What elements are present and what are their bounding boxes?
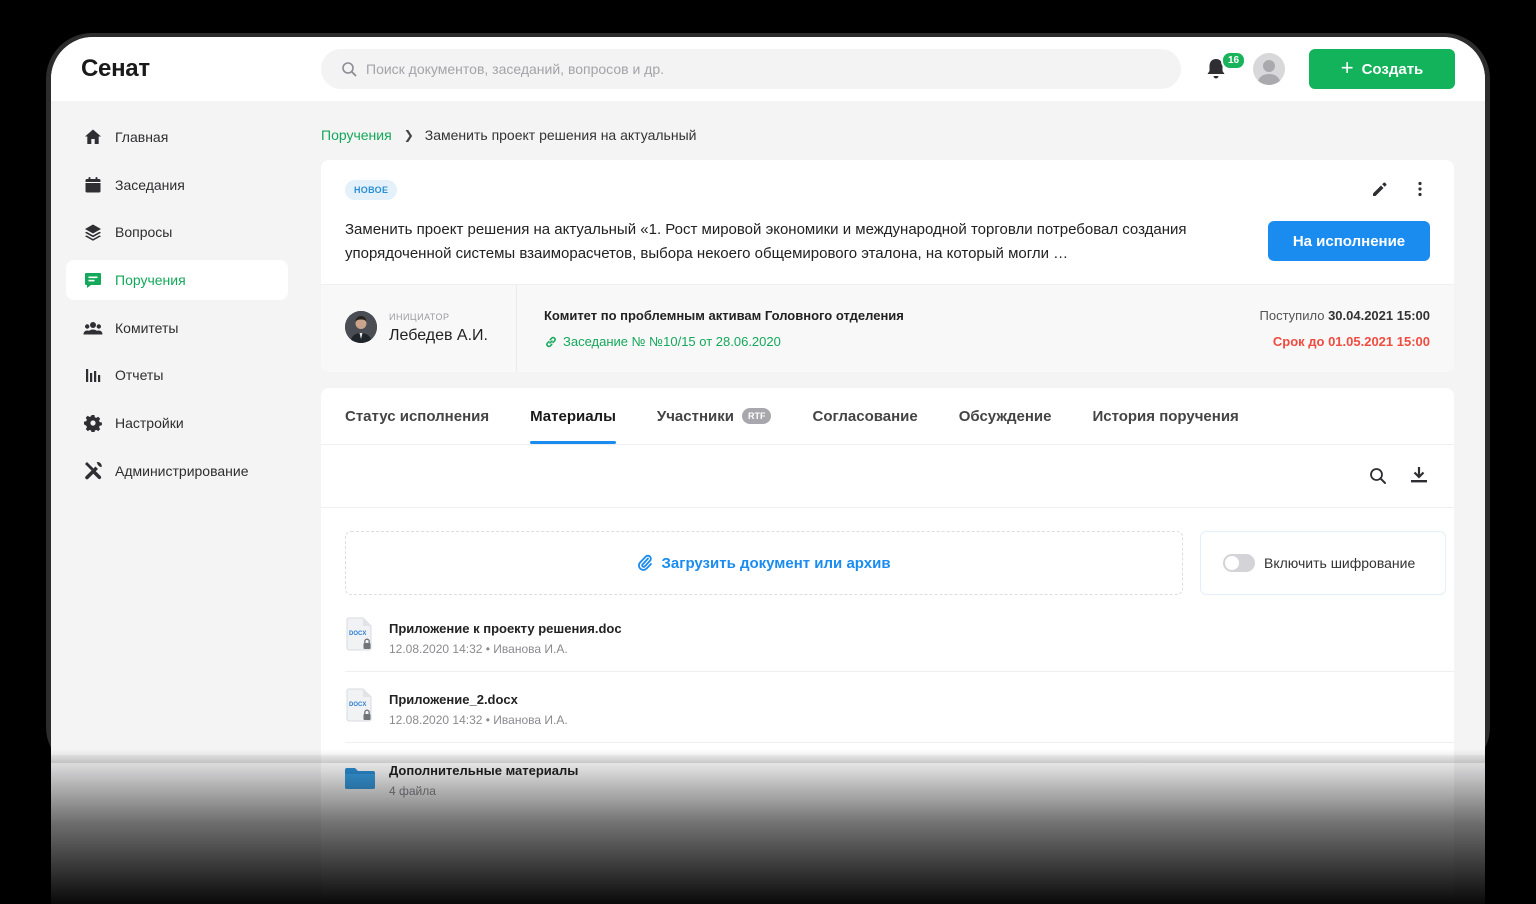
layers-icon bbox=[83, 222, 103, 242]
sidebar-item-reports[interactable]: Отчеты bbox=[66, 355, 288, 395]
sidebar-item-meetings[interactable]: Заседания bbox=[66, 165, 288, 205]
tab-label: Материалы bbox=[530, 407, 616, 425]
user-avatar[interactable] bbox=[1253, 53, 1285, 85]
sidebar-item-home[interactable]: Главная bbox=[66, 117, 288, 157]
folder-meta: 4 файла bbox=[389, 784, 436, 798]
details-tabs-card: Статус исполнения Материалы Участники RTF… bbox=[321, 388, 1454, 904]
file-meta: 12.08.2020 14:32 • Иванова И.А. bbox=[389, 713, 568, 727]
sidebar-item-label: Вопросы bbox=[115, 224, 173, 241]
file-type-label: DOCX bbox=[349, 631, 366, 637]
list-item[interactable]: Дополнительные материалы 4 файла bbox=[345, 743, 1454, 814]
divider bbox=[516, 285, 517, 372]
initiator-label: ИНИЦИАТОР bbox=[389, 312, 450, 322]
list-item[interactable]: DOCX Приложение_2.docx 12.08.2020 14:32 … bbox=[345, 672, 1454, 743]
link-icon bbox=[546, 336, 556, 347]
list-item[interactable]: DOCX Приложение к проекту решения.doc 12… bbox=[345, 601, 1454, 672]
message-icon bbox=[83, 270, 103, 290]
encryption-toggle-panel: Включить шифрование bbox=[1200, 531, 1446, 595]
tab-label: Согласование bbox=[812, 407, 918, 425]
task-title: Заменить проект решения на актуальный «1… bbox=[345, 221, 1187, 262]
docx-file-icon: DOCX bbox=[346, 617, 372, 651]
tab-history[interactable]: История поручения bbox=[1092, 388, 1238, 444]
top-header: Сенат 16 + Создать bbox=[51, 37, 1485, 101]
file-type-label: DOCX bbox=[349, 702, 366, 708]
meeting-link-label: Заседание № №10/15 от 28.06.2020 bbox=[563, 334, 781, 349]
app-screen: Сенат 16 + Создать Главная Заседания Воп… bbox=[51, 37, 1485, 904]
tab-discussion[interactable]: Обсуждение bbox=[959, 388, 1052, 444]
app-logo[interactable]: Сенат bbox=[81, 55, 150, 83]
upload-label: Загрузить документ или архив bbox=[661, 554, 891, 572]
search-input[interactable] bbox=[366, 61, 1146, 77]
status-badge: НОВОЕ bbox=[345, 180, 398, 200]
notifications-count-badge: 16 bbox=[1221, 51, 1247, 70]
tab-participants[interactable]: Участники RTF bbox=[657, 388, 772, 444]
sidebar-item-label: Комитеты bbox=[115, 319, 179, 336]
file-name: Приложение к проекту решения.doc bbox=[389, 621, 622, 636]
received-date: Поступило 30.04.2021 15:00 bbox=[1260, 308, 1431, 323]
download-icon[interactable] bbox=[1409, 465, 1429, 490]
folder-icon bbox=[345, 768, 375, 789]
tab-materials[interactable]: Материалы bbox=[530, 388, 616, 444]
tools-icon bbox=[83, 461, 103, 481]
rtf-badge: RTF bbox=[741, 408, 772, 424]
task-meta-footer: ИНИЦИАТОР Лебедев А.И. Комитет по пробле… bbox=[321, 284, 1454, 372]
search-icon bbox=[342, 62, 357, 77]
folder-name: Дополнительные материалы bbox=[389, 763, 579, 778]
deadline-date: Срок до 01.05.2021 15:00 bbox=[1272, 334, 1430, 349]
sidebar-item-assignments[interactable]: Поручения bbox=[66, 260, 288, 301]
sidebar-item-settings[interactable]: Настройки bbox=[66, 403, 288, 443]
bar-chart-icon bbox=[83, 365, 103, 385]
search-icon[interactable] bbox=[1369, 467, 1387, 490]
tab-label: Статус исполнения bbox=[345, 407, 490, 425]
breadcrumb-current: Заменить проект решения на актуальный bbox=[424, 127, 697, 143]
received-value: 30.04.2021 15:00 bbox=[1328, 308, 1430, 323]
upload-dropzone[interactable]: Загрузить документ или архив bbox=[345, 531, 1183, 595]
tab-label: История поручения bbox=[1092, 407, 1239, 425]
meeting-link[interactable]: Заседание № №10/15 от 28.06.2020 bbox=[544, 334, 781, 349]
file-name: Приложение_2.docx bbox=[389, 692, 518, 707]
paperclip-icon bbox=[638, 554, 653, 571]
home-icon bbox=[83, 127, 103, 147]
initiator-avatar bbox=[345, 311, 377, 343]
sidebar-item-label: Заседания bbox=[115, 176, 185, 193]
chevron-right-icon: ❯ bbox=[403, 128, 414, 142]
search-bar[interactable] bbox=[321, 49, 1181, 89]
received-label: Поступило bbox=[1259, 308, 1325, 323]
to-execution-button[interactable]: На исполнение bbox=[1268, 221, 1430, 261]
tab-label: Участники bbox=[656, 407, 734, 425]
file-meta: 12.08.2020 14:32 • Иванова И.А. bbox=[389, 642, 568, 656]
sidebar-item-label: Отчеты bbox=[115, 367, 164, 384]
breadcrumb-parent-link[interactable]: Поручения bbox=[321, 127, 392, 143]
encryption-toggle[interactable] bbox=[1223, 554, 1255, 572]
sidebar-item-questions[interactable]: Вопросы bbox=[66, 212, 288, 252]
more-vertical-icon[interactable] bbox=[1411, 180, 1429, 203]
divider bbox=[321, 507, 1454, 508]
sidebar-item-committees[interactable]: Комитеты bbox=[66, 308, 288, 348]
materials-list: DOCX Приложение к проекту решения.doc 12… bbox=[345, 601, 1454, 814]
edit-pencil-icon[interactable] bbox=[1371, 180, 1389, 203]
tab-approval[interactable]: Согласование bbox=[812, 388, 917, 444]
sidebar-item-label: Поручения bbox=[115, 272, 186, 289]
tab-bar: Статус исполнения Материалы Участники RTF… bbox=[345, 388, 1280, 444]
docx-file-icon: DOCX bbox=[346, 688, 372, 722]
tab-label: Обсуждение bbox=[958, 407, 1052, 425]
sidebar-nav: Главная Заседания Вопросы Поручения Коми… bbox=[66, 117, 288, 499]
plus-icon: + bbox=[1340, 55, 1354, 80]
sidebar-item-label: Главная bbox=[115, 129, 169, 145]
sidebar-item-label: Администрирование bbox=[115, 462, 249, 479]
calendar-icon bbox=[83, 175, 103, 195]
divider bbox=[321, 444, 1454, 445]
tab-execution-status[interactable]: Статус исполнения bbox=[345, 388, 489, 444]
gear-icon bbox=[83, 413, 103, 433]
task-card: НОВОЕ Заменить проект решения на актуаль… bbox=[321, 160, 1454, 372]
sidebar-item-label: Настройки bbox=[115, 415, 184, 432]
breadcrumb: Поручения ❯ Заменить проект решения на а… bbox=[321, 127, 696, 143]
people-icon bbox=[83, 318, 103, 338]
sidebar-item-administration[interactable]: Администрирование bbox=[66, 451, 288, 491]
create-button-label: Создать bbox=[1361, 60, 1424, 78]
initiator-name[interactable]: Лебедев А.И. bbox=[389, 327, 488, 345]
committee-name[interactable]: Комитет по проблемным активам Головного … bbox=[544, 308, 904, 323]
create-button[interactable]: + Создать bbox=[1309, 49, 1455, 89]
encryption-label: Включить шифрование bbox=[1264, 555, 1416, 571]
